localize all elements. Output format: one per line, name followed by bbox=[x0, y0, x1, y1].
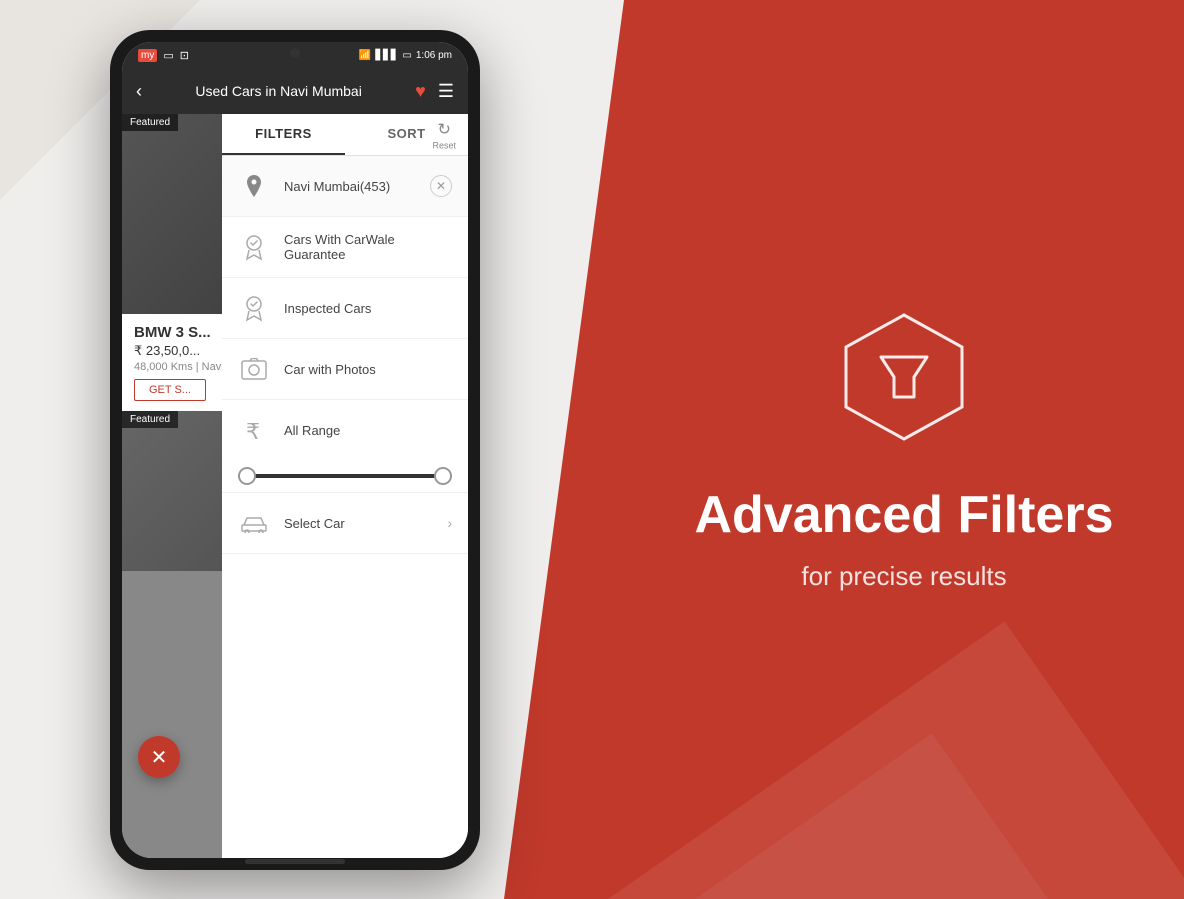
photo-icon bbox=[238, 353, 270, 385]
app-header: ‹ Used Cars in Navi Mumbai ♥ ☰ bbox=[122, 68, 468, 114]
reset-icon: ↻ bbox=[438, 119, 451, 139]
wifi-icon: 📶 bbox=[359, 50, 371, 61]
location-label: Navi Mumbai(453) bbox=[284, 179, 416, 194]
sub-title: for precise results bbox=[801, 561, 1006, 592]
phone-home-bar bbox=[245, 859, 345, 864]
filter-item-select-car[interactable]: Select Car › bbox=[222, 493, 468, 554]
guarantee-ribbon-icon bbox=[238, 231, 270, 263]
reset-label: Reset bbox=[432, 140, 456, 150]
slider-thumb-right[interactable] bbox=[434, 467, 452, 485]
filter-icon-container bbox=[834, 307, 974, 447]
phone-camera bbox=[290, 48, 300, 58]
get-quote-button-1[interactable]: GET S... bbox=[134, 379, 206, 401]
right-content-area: Advanced Filters for precise results bbox=[504, 0, 1184, 899]
header-icons: ♥ ☰ bbox=[415, 81, 454, 102]
menu-icon[interactable]: ☰ bbox=[438, 81, 454, 102]
location-close-button[interactable]: ✕ bbox=[430, 175, 452, 197]
chevron-right-icon: › bbox=[447, 515, 452, 531]
car-icon bbox=[238, 507, 270, 539]
close-icon: ✕ bbox=[436, 179, 446, 193]
featured-badge-1: Featured bbox=[122, 114, 178, 131]
photos-label: Car with Photos bbox=[284, 362, 452, 377]
signal-bars-icon: ▋▋▋ bbox=[375, 50, 398, 61]
filter-item-photos[interactable]: Car with Photos bbox=[222, 339, 468, 400]
messenger-icon: ⊡ bbox=[180, 49, 189, 62]
phone-screen: my ▭ ⊡ 📶 ▋▋▋ ▭ 1:06 pm ‹ Used Cars in Na… bbox=[122, 42, 468, 858]
status-left-icons: my ▭ ⊡ bbox=[138, 49, 189, 62]
inspected-ribbon-icon bbox=[238, 292, 270, 324]
status-right-icons: 📶 ▋▋▋ ▭ 1:06 pm bbox=[359, 50, 452, 61]
svg-text:₹: ₹ bbox=[246, 419, 260, 443]
slider-track[interactable] bbox=[238, 474, 452, 478]
phone-body: my ▭ ⊡ 📶 ▋▋▋ ▭ 1:06 pm ‹ Used Cars in Na… bbox=[110, 30, 480, 870]
reset-button[interactable]: ↻ Reset bbox=[432, 119, 456, 150]
back-button[interactable]: ‹ bbox=[136, 81, 142, 102]
filter-panel: FILTERS SORT ↻ Reset bbox=[222, 114, 468, 858]
inspected-label: Inspected Cars bbox=[284, 301, 452, 316]
filter-list: Navi Mumbai(453) ✕ bbox=[222, 156, 468, 852]
fab-icon: ✕ bbox=[151, 745, 168, 770]
tab-filters[interactable]: FILTERS bbox=[222, 114, 345, 155]
location-pin-icon bbox=[238, 170, 270, 202]
filter-item-range[interactable]: ₹ All Range bbox=[222, 400, 468, 493]
rupee-icon: ₹ bbox=[238, 414, 270, 446]
guarantee-label: Cars With CarWale Guarantee bbox=[284, 232, 452, 262]
filter-item-location[interactable]: Navi Mumbai(453) ✕ bbox=[222, 156, 468, 217]
fab-close-button[interactable]: ✕ bbox=[138, 736, 180, 778]
price-slider[interactable] bbox=[238, 474, 452, 478]
battery-status-icon: ▭ bbox=[163, 49, 173, 62]
phone-mockup: my ▭ ⊡ 📶 ▋▋▋ ▭ 1:06 pm ‹ Used Cars in Na… bbox=[110, 30, 480, 870]
hexagon-filter-icon bbox=[834, 307, 974, 447]
range-label: All Range bbox=[284, 423, 452, 438]
heart-icon[interactable]: ♥ bbox=[415, 81, 426, 102]
my-icon: my bbox=[138, 49, 157, 62]
select-car-label: Select Car bbox=[284, 516, 433, 531]
main-title: Advanced Filters bbox=[694, 487, 1113, 544]
header-title: Used Cars in Navi Mumbai bbox=[195, 83, 362, 99]
filter-tabs: FILTERS SORT ↻ Reset bbox=[222, 114, 468, 156]
battery-icon: ▭ bbox=[402, 50, 411, 61]
time-display: 1:06 pm bbox=[416, 50, 452, 61]
filter-item-inspected[interactable]: Inspected Cars bbox=[222, 278, 468, 339]
filter-item-guarantee[interactable]: Cars With CarWale Guarantee bbox=[222, 217, 468, 278]
slider-thumb-left[interactable] bbox=[238, 467, 256, 485]
featured-badge-2: Featured bbox=[122, 411, 178, 428]
